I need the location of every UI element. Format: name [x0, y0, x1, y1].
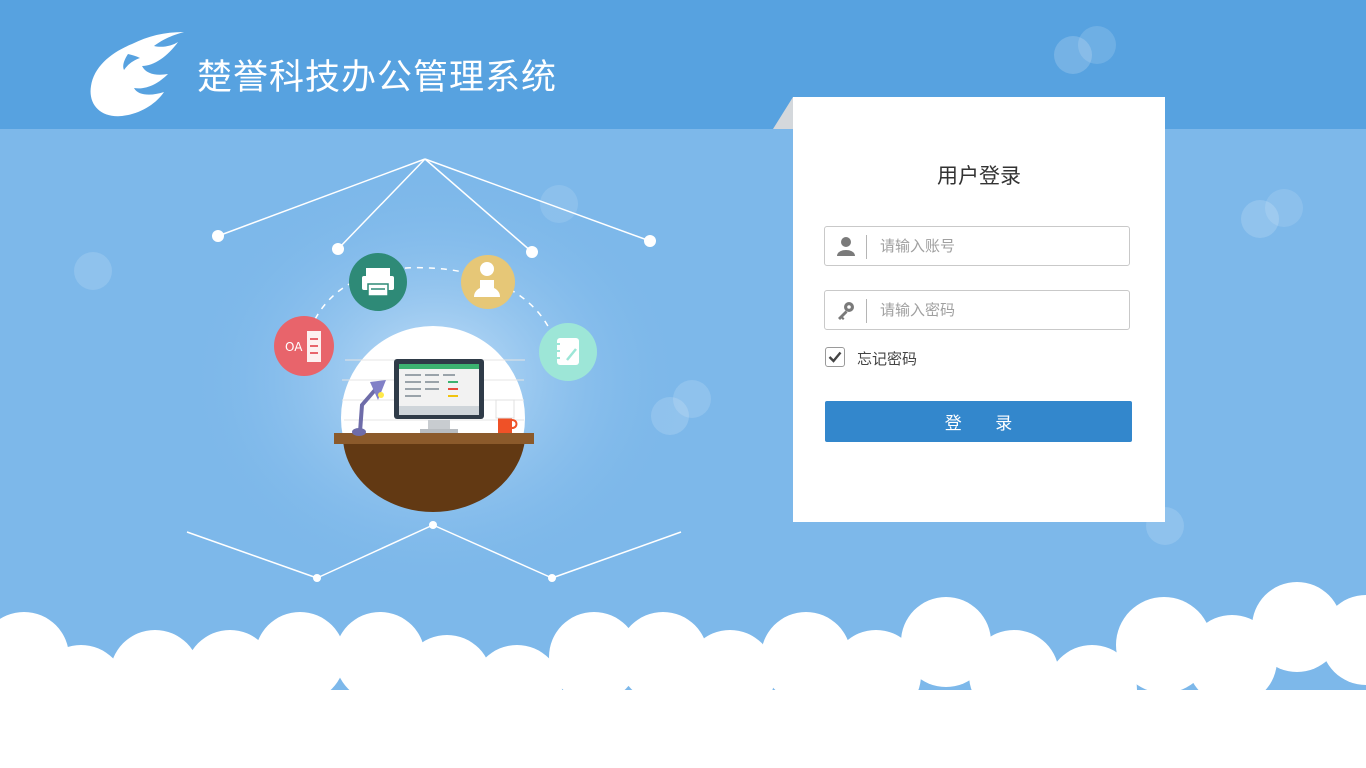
printer-icon — [349, 253, 407, 311]
svg-text:OA: OA — [285, 340, 303, 354]
card-fold-corner — [773, 97, 793, 129]
checkmark-icon — [828, 351, 842, 363]
password-field[interactable] — [824, 290, 1130, 330]
login-title: 用户登录 — [937, 164, 1021, 188]
username-input[interactable] — [880, 232, 1120, 260]
key-icon — [838, 302, 854, 320]
cloud-footer — [0, 582, 1366, 768]
field-separator — [866, 235, 867, 259]
notebook-icon — [539, 323, 597, 381]
app-title: 楚誉科技办公管理系统 — [197, 58, 558, 98]
office-illustration: OA — [185, 158, 685, 590]
wing-logo-icon — [90, 32, 184, 117]
field-separator — [866, 299, 867, 323]
remember-label[interactable]: 忘记密码 — [857, 348, 917, 369]
user-profile-icon — [461, 255, 515, 309]
password-input[interactable] — [880, 296, 1120, 324]
remember-checkbox[interactable] — [825, 347, 845, 367]
oa-app-icon: OA — [274, 316, 334, 376]
username-field[interactable] — [824, 226, 1130, 266]
login-button[interactable]: 登 录 — [825, 401, 1132, 442]
login-card: 用户登录 忘记密码 登 录 — [793, 97, 1165, 522]
user-icon — [837, 237, 855, 256]
